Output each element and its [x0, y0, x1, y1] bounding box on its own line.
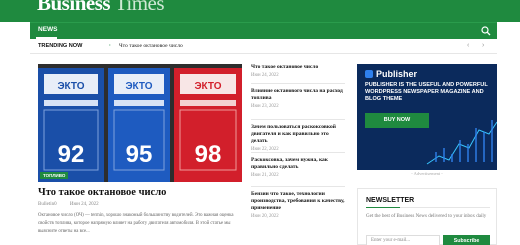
trending-headline[interactable]: Что такое октановое число [119, 43, 183, 49]
pump-2-octane: 95 [126, 141, 153, 168]
list-item-title[interactable]: Зачем пользоваться раскоксовкой двигател… [251, 124, 345, 145]
trending-prev-button[interactable]: ‹ [467, 42, 469, 50]
main-nav: NEWS [30, 22, 497, 39]
pump-2-brand: ЭКТО [125, 81, 152, 92]
ad-tagline: PUBLISHER IS THE USEFUL AND POWERFUL WOR… [365, 82, 488, 102]
ad-brand-text: Publisher [376, 69, 418, 79]
list-divider [251, 152, 345, 153]
logo-thin-text: Times [114, 0, 165, 15]
list-item[interactable]: Зачем пользоваться раскоксовкой двигател… [251, 124, 345, 152]
featured-meta: Bulletin0 Июн 24, 2022 [38, 202, 111, 207]
list-divider [251, 119, 345, 120]
ad-caption: - Advertisement - [411, 171, 443, 176]
pump-3-octane: 98 [195, 141, 222, 168]
list-divider [251, 186, 345, 187]
pump-1-octane: 92 [58, 141, 85, 168]
fuel-pumps-illustration: ЭКТО 92 ЭКТО 95 ЭКТО 98 [38, 64, 242, 182]
list-item-title[interactable]: Что такое октановое число [251, 64, 345, 71]
featured-date: Июн 24, 2022 [69, 202, 99, 207]
featured-excerpt: Октановое число (ОЧ) — termin, хорошо зн… [38, 213, 234, 234]
trending-next-button[interactable]: › [482, 42, 484, 50]
ad-brand: Publisher [365, 69, 417, 79]
pump-3-brand: ЭКТО [194, 81, 221, 92]
trending-arrow-icon: › [109, 43, 111, 48]
category-badge[interactable]: ТОПЛИВО [40, 172, 69, 179]
list-item[interactable]: Что такое октановое число Июн 24, 2022 [251, 64, 345, 78]
subscribe-button[interactable]: Subscribe [443, 235, 490, 245]
list-item-date: Июн 23, 2022 [251, 104, 279, 109]
newsletter-widget: NEWSLETTER Get the best of Business News… [357, 188, 497, 245]
trending-bar: TRENDING NOW › Что такое октановое число… [30, 39, 497, 54]
newsletter-divider [366, 207, 490, 208]
list-divider [251, 83, 345, 84]
buy-now-button[interactable]: BUY NOW [365, 113, 429, 128]
list-item-date: Июн 24, 2022 [251, 73, 279, 78]
featured-author[interactable]: Bulletin0 [38, 202, 57, 207]
list-item-date: Июн 20, 2022 [251, 214, 279, 219]
list-item[interactable]: Бензин что такое, технологии производств… [251, 191, 345, 219]
site-header: Business Times [0, 0, 520, 22]
advertisement-banner[interactable]: Publisher PUBLISHER IS THE USEFUL AND PO… [357, 64, 497, 170]
trending-label: TRENDING NOW [38, 43, 83, 49]
list-item-title[interactable]: Раскоксовка, зачем нужна, как правильно … [251, 157, 345, 171]
search-icon[interactable] [481, 26, 491, 36]
list-item[interactable]: Раскоксовка, зачем нужна, как правильно … [251, 157, 345, 178]
featured-title[interactable]: Что такое октановое число [38, 187, 166, 198]
email-field[interactable]: Enter your e-mail... [366, 235, 440, 245]
list-item-title[interactable]: Влияние октанового числа на расход топли… [251, 88, 345, 102]
featured-image[interactable]: ЭКТО 92 ЭКТО 95 ЭКТО 98 ТОПЛИВО [38, 64, 242, 182]
newsletter-text: Get the best of Business News delivered … [366, 214, 487, 219]
list-item-title[interactable]: Бензин что такое, технологии производств… [251, 191, 345, 212]
list-item[interactable]: Влияние октанового числа на расход топли… [251, 88, 345, 109]
newsletter-title: NEWSLETTER [366, 197, 415, 204]
publisher-logo-icon [365, 70, 373, 78]
pump-1-brand: ЭКТО [57, 81, 84, 92]
logo-bold-text: Business [37, 0, 111, 15]
site-logo[interactable]: Business Times [37, 0, 165, 16]
list-item-date: Июн 21, 2022 [251, 173, 279, 178]
nav-item-news[interactable]: NEWS [38, 26, 58, 33]
